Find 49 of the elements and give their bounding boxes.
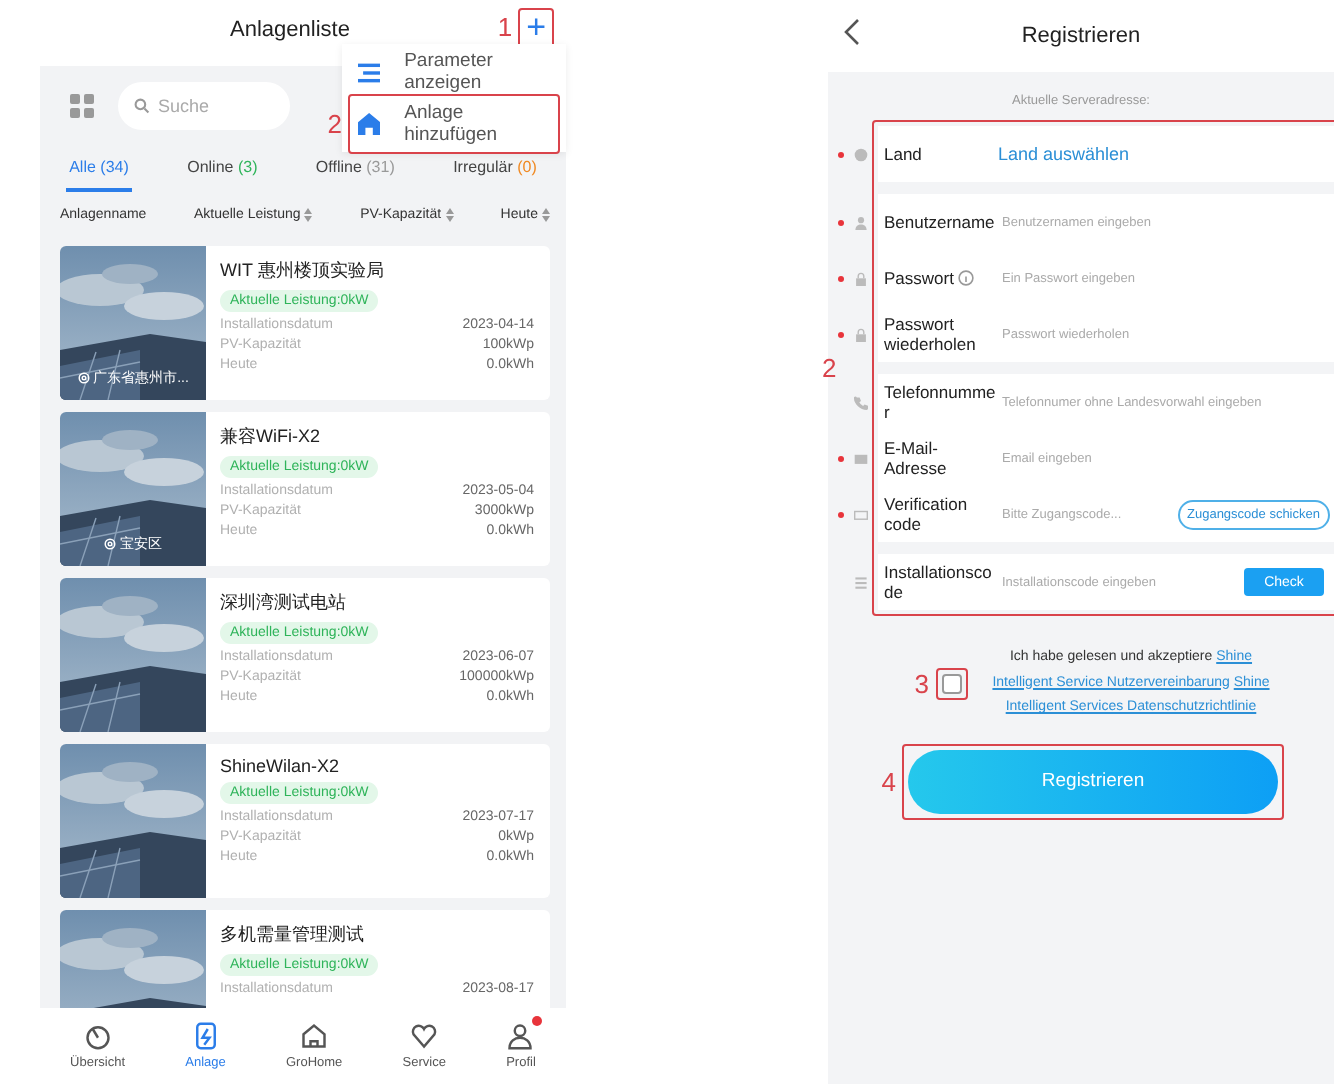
annotation-number: 2 (822, 353, 837, 383)
field-label: Installationscode (882, 562, 994, 602)
annotation-frame (935, 667, 967, 700)
lock-icon (854, 271, 868, 285)
plant-name: 多机需量管理测试 (220, 922, 366, 948)
house-icon (358, 112, 381, 136)
gauge-icon (83, 1022, 112, 1050)
plant-name: 深圳湾测试电站 (220, 590, 348, 616)
list-icon (358, 61, 381, 83)
field-label: Passwort wiederholen (882, 314, 978, 354)
add-button[interactable]: + (524, 14, 548, 42)
grid-icon (70, 94, 94, 118)
person-icon (506, 1022, 535, 1050)
field-label: Verification code (882, 494, 970, 534)
bolt-icon (191, 1022, 220, 1050)
chevron-left-icon (844, 18, 860, 46)
house-icon (300, 1022, 329, 1050)
sort-icon[interactable] (541, 208, 550, 222)
filter-tab[interactable]: Irregulär (0) (449, 154, 541, 192)
field-label: E-Mail-Adresse (882, 438, 949, 478)
lock-icon (854, 327, 868, 341)
field-label: Passwort (878, 268, 998, 288)
annotation-number: 3 (914, 668, 929, 699)
agreement-checkbox[interactable] (941, 673, 961, 694)
user-icon (854, 215, 868, 229)
plant-name: 兼容WiFi-X2 (220, 424, 322, 450)
annotation-number: 4 (881, 766, 896, 796)
screen-title: Anlagenliste (230, 18, 350, 42)
list-icon (854, 575, 868, 589)
field-label: Telefonnummer (882, 382, 998, 422)
annotation-number: 1 (497, 14, 513, 42)
phone-icon (854, 395, 868, 409)
menu-item[interactable]: Anlage hinzufügen (354, 100, 554, 148)
heart-icon (410, 1022, 439, 1050)
filter-tab[interactable]: Alle (34) (65, 154, 133, 192)
field-label: Land (882, 144, 924, 164)
filter-tab[interactable]: Offline (31) (311, 154, 399, 192)
annotation-number: 2 (327, 109, 342, 139)
search-icon (134, 98, 150, 114)
country-picker[interactable]: Land auswählen (998, 144, 1130, 164)
screen-title: Registrieren (1021, 24, 1141, 48)
search-field[interactable]: Suche (118, 82, 290, 130)
sort-icon[interactable] (304, 208, 313, 222)
plant-name: WIT 惠州楼顶实验局 (220, 258, 386, 284)
menu-item[interactable]: Parameter anzeigen (354, 48, 554, 96)
plant-name: ShineWilan-X2 (220, 756, 342, 776)
field-label: Benutzername (882, 212, 997, 232)
sort-icon[interactable] (445, 208, 454, 222)
filter-tab[interactable]: Online (3) (183, 154, 262, 192)
